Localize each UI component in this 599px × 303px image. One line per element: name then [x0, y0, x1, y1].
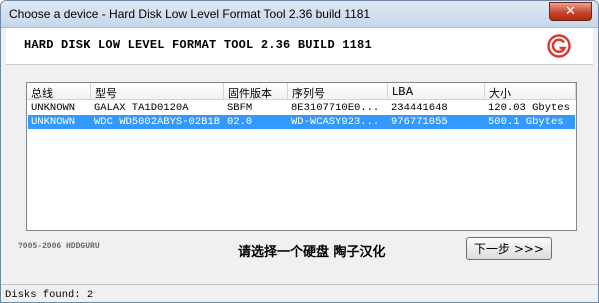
device-chooser-window: Choose a device - Hard Disk Low Level Fo… [0, 0, 599, 303]
column-header-size[interactable]: 大小 [485, 83, 576, 100]
disks-found-status: Disks found: 2 [5, 289, 94, 301]
close-button[interactable]: ✕ [549, 2, 592, 21]
device-size: 500.1 Gbytes [488, 116, 564, 128]
next-button[interactable]: 下一步 >>> [466, 237, 552, 260]
app-banner: HARD DISK LOW LEVEL FORMAT TOOL 2.36 BUI… [6, 28, 593, 65]
device-model: WDC WD5002ABYS-02B1B [94, 116, 221, 128]
column-header-model[interactable]: 型号 [91, 83, 224, 100]
banner-title: HARD DISK LOW LEVEL FORMAT TOOL 2.36 BUI… [24, 38, 372, 52]
device-model: GALAX TA1D0120A [94, 102, 189, 114]
device-firmware: SBFM [227, 102, 253, 114]
device-lba: 234441648 [391, 102, 448, 114]
device-list[interactable]: 总线 型号 固件版本 序列号 LBA 大小 UNKNOWN GALAX TA1D… [26, 82, 577, 231]
device-row-selected[interactable]: UNKNOWN WDC WD5002ABYS-02B1B 02.0 WD-WCA… [28, 115, 575, 129]
device-serial: WD-WCASY923... [291, 116, 380, 128]
copyright-text: ?005-2006 HDDGURU [18, 242, 100, 251]
device-lba: 976771055 [391, 116, 448, 128]
status-bar: Disks found: 2 [1, 284, 598, 302]
device-size: 120.03 Gbytes [488, 102, 570, 114]
instruction-text: 请选择一个硬盘 陶子汉化 [238, 245, 386, 260]
device-bus: UNKNOWN [31, 102, 76, 114]
device-row[interactable]: UNKNOWN GALAX TA1D0120A SBFM 8E3107710E0… [28, 101, 575, 115]
column-header-firmware[interactable]: 固件版本 [224, 83, 288, 100]
column-header-bus[interactable]: 总线 [27, 83, 91, 100]
window-title: Choose a device - Hard Disk Low Level Fo… [9, 7, 371, 21]
device-serial: 8E3107710E0... [291, 102, 380, 114]
device-firmware: 02.0 [227, 116, 253, 128]
device-bus: UNKNOWN [31, 116, 76, 128]
title-bar[interactable]: Choose a device - Hard Disk Low Level Fo… [1, 1, 598, 28]
device-list-header: 总线 型号 固件版本 序列号 LBA 大小 [27, 83, 576, 100]
column-header-lba[interactable]: LBA [388, 83, 485, 100]
hddguru-logo-icon [547, 34, 571, 58]
column-header-serial[interactable]: 序列号 [288, 83, 388, 100]
